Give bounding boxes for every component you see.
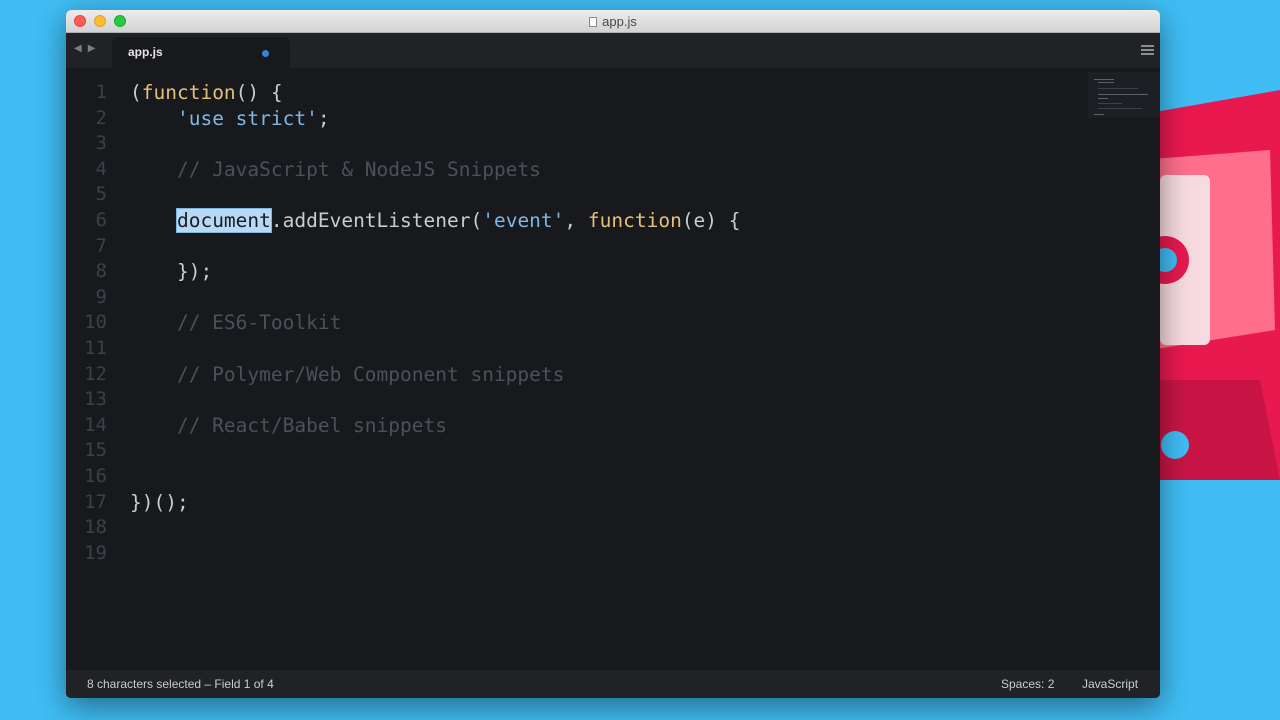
- line-number: 13: [84, 388, 107, 411]
- status-bar: 8 characters selected – Field 1 of 4 Spa…: [66, 670, 1160, 698]
- arrow-right-icon[interactable]: ▶: [88, 43, 96, 54]
- line-number: 4: [95, 157, 107, 180]
- code-line-10[interactable]: // ES6-Toolkit: [130, 310, 341, 336]
- keyword-token: function: [141, 81, 236, 104]
- code-token: ;: [317, 106, 330, 130]
- tab-bar: ◀ ▶ app.js: [66, 33, 1160, 68]
- line-number: 5: [95, 183, 107, 206]
- line-number-gutter: 1 2 3 4 5 6 7 8 9 10 11 12 13 14 15 16 1…: [66, 68, 128, 670]
- code-line-6[interactable]: document.addEventListener('event', funct…: [130, 208, 741, 234]
- line-number: 10: [84, 311, 107, 334]
- line-number: 2: [95, 106, 107, 129]
- line-number: 19: [84, 541, 107, 564]
- line-number: 11: [84, 337, 107, 359]
- minimap[interactable]: [1088, 72, 1160, 118]
- line-number: 15: [84, 439, 107, 462]
- tab-app-js[interactable]: app.js: [112, 37, 290, 68]
- arrow-left-icon[interactable]: ◀: [74, 43, 82, 54]
- code-token: .addEventListener(: [270, 209, 483, 232]
- tab-menu-icon[interactable]: [1141, 45, 1154, 57]
- document-icon: [589, 16, 598, 27]
- syntax-selector[interactable]: JavaScript: [1082, 677, 1138, 691]
- line-number: 1: [95, 81, 107, 103]
- string-token: 'use strict': [176, 106, 318, 130]
- code-token: () {: [235, 81, 283, 104]
- line-number: 18: [84, 516, 107, 539]
- code-token: ,: [564, 209, 588, 232]
- string-token: 'event': [482, 209, 565, 232]
- editor-pane[interactable]: 1 2 3 4 5 6 7 8 9 10 11 12 13 14 15 16 1…: [66, 68, 1160, 670]
- line-number: 8: [95, 260, 107, 283]
- window-title: app.js: [602, 14, 637, 29]
- line-number: 6: [95, 209, 107, 231]
- line-number: 12: [84, 362, 107, 385]
- line-number: 14: [84, 413, 107, 436]
- tab-label: app.js: [128, 45, 163, 59]
- selected-text[interactable]: document: [175, 208, 272, 233]
- title-bar: app.js: [66, 10, 1160, 33]
- code-line-12[interactable]: // Polymer/Web Component snippets: [130, 362, 564, 388]
- keyword-token: function: [587, 209, 682, 232]
- line-number: 3: [95, 132, 107, 155]
- code-token: (: [130, 81, 142, 104]
- code-line-8[interactable]: });: [130, 259, 212, 285]
- line-number: 17: [84, 490, 107, 513]
- indentation-setting[interactable]: Spaces: 2: [1001, 677, 1054, 691]
- line-number: 9: [95, 285, 107, 308]
- unsaved-dot-icon[interactable]: [262, 50, 269, 57]
- line-number: 16: [84, 465, 107, 487]
- editor-window: app.js ◀ ▶ app.js 1 2 3 4 5 6 7 8 9 10 1…: [66, 10, 1160, 698]
- line-number: 7: [95, 234, 107, 257]
- code-line-1[interactable]: (function() {: [130, 80, 283, 106]
- code-token: (e) {: [681, 209, 741, 232]
- selection-status: 8 characters selected – Field 1 of 4: [87, 677, 274, 691]
- code-line-14[interactable]: // React/Babel snippets: [130, 413, 447, 439]
- code-line-17[interactable]: })();: [130, 490, 189, 516]
- tab-navigation: ◀ ▶: [74, 43, 95, 54]
- code-line-2[interactable]: 'use strict';: [130, 106, 330, 132]
- code-line-4[interactable]: // JavaScript & NodeJS Snippets: [130, 157, 541, 183]
